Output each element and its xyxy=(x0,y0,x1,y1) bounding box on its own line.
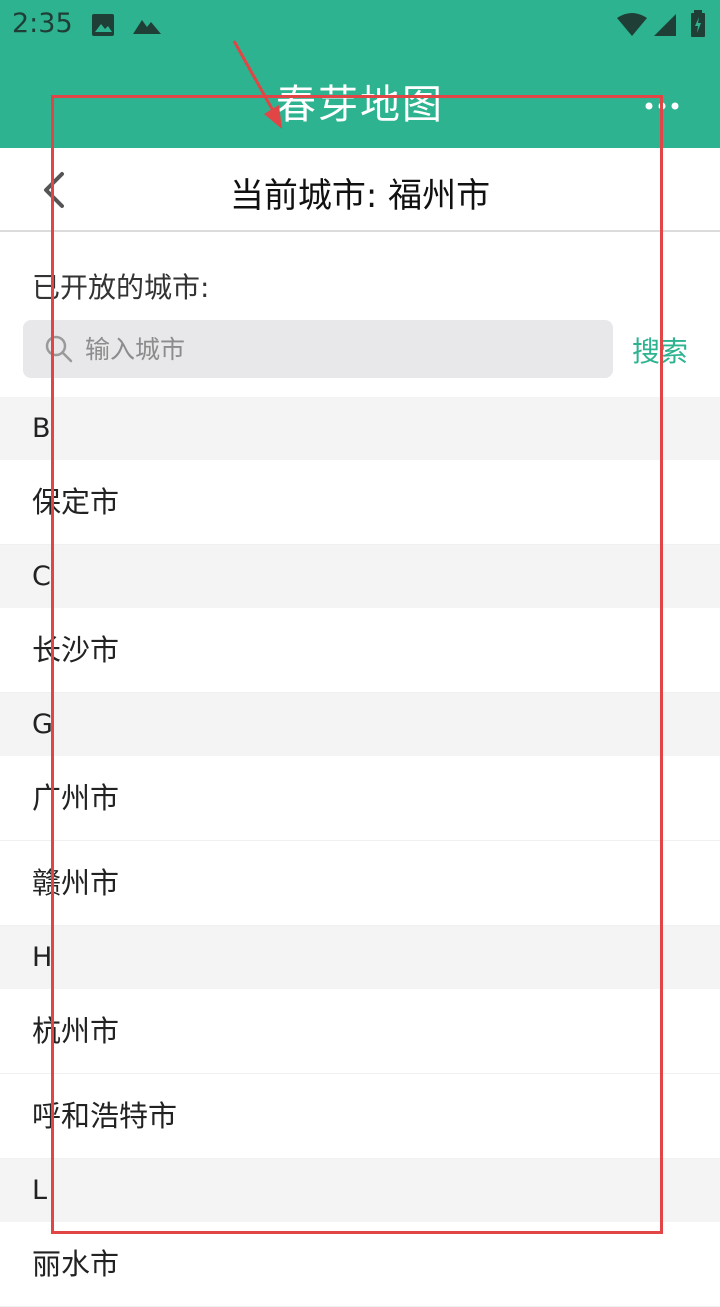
wifi-icon xyxy=(616,12,648,42)
group-header-b: B xyxy=(0,397,720,460)
search-icon xyxy=(43,333,75,365)
current-city-title: 当前城市: 福州市 xyxy=(229,176,491,216)
city-item[interactable]: 杭州市 xyxy=(0,989,720,1074)
city-item[interactable]: 长沙市 xyxy=(0,608,720,693)
more-horizontal-icon[interactable] xyxy=(644,96,680,110)
city-item[interactable]: 赣州市 xyxy=(0,841,720,926)
group-header-h: H xyxy=(0,926,720,989)
city-item[interactable]: 丽水市 xyxy=(0,1222,720,1307)
open-cities-label: 已开放的城市: xyxy=(32,271,210,304)
search-button[interactable]: 搜索 xyxy=(632,330,688,370)
status-time: 2:35 xyxy=(12,8,73,39)
status-bar: 2:35 xyxy=(0,0,720,50)
signal-icon xyxy=(652,12,678,42)
city-item[interactable]: 保定市 xyxy=(0,460,720,545)
city-list: B 保定市 C 长沙市 G 广州市 赣州市 H 杭州市 呼和浩特市 L 丽水市 xyxy=(0,397,720,1307)
app-bar: 春芽地图 xyxy=(0,50,720,148)
search-input[interactable] xyxy=(85,330,585,368)
group-header-g: G xyxy=(0,693,720,756)
city-item[interactable]: 呼和浩特市 xyxy=(0,1074,720,1159)
app-title: 春芽地图 xyxy=(276,82,444,128)
group-header-l: L xyxy=(0,1159,720,1222)
group-header-c: C xyxy=(0,545,720,608)
image-icon xyxy=(90,12,116,42)
nav-bar: 当前城市: 福州市 xyxy=(0,148,720,232)
search-box[interactable] xyxy=(23,320,613,378)
mountain-icon xyxy=(132,14,162,40)
battery-icon xyxy=(690,10,706,42)
city-item[interactable]: 广州市 xyxy=(0,756,720,841)
